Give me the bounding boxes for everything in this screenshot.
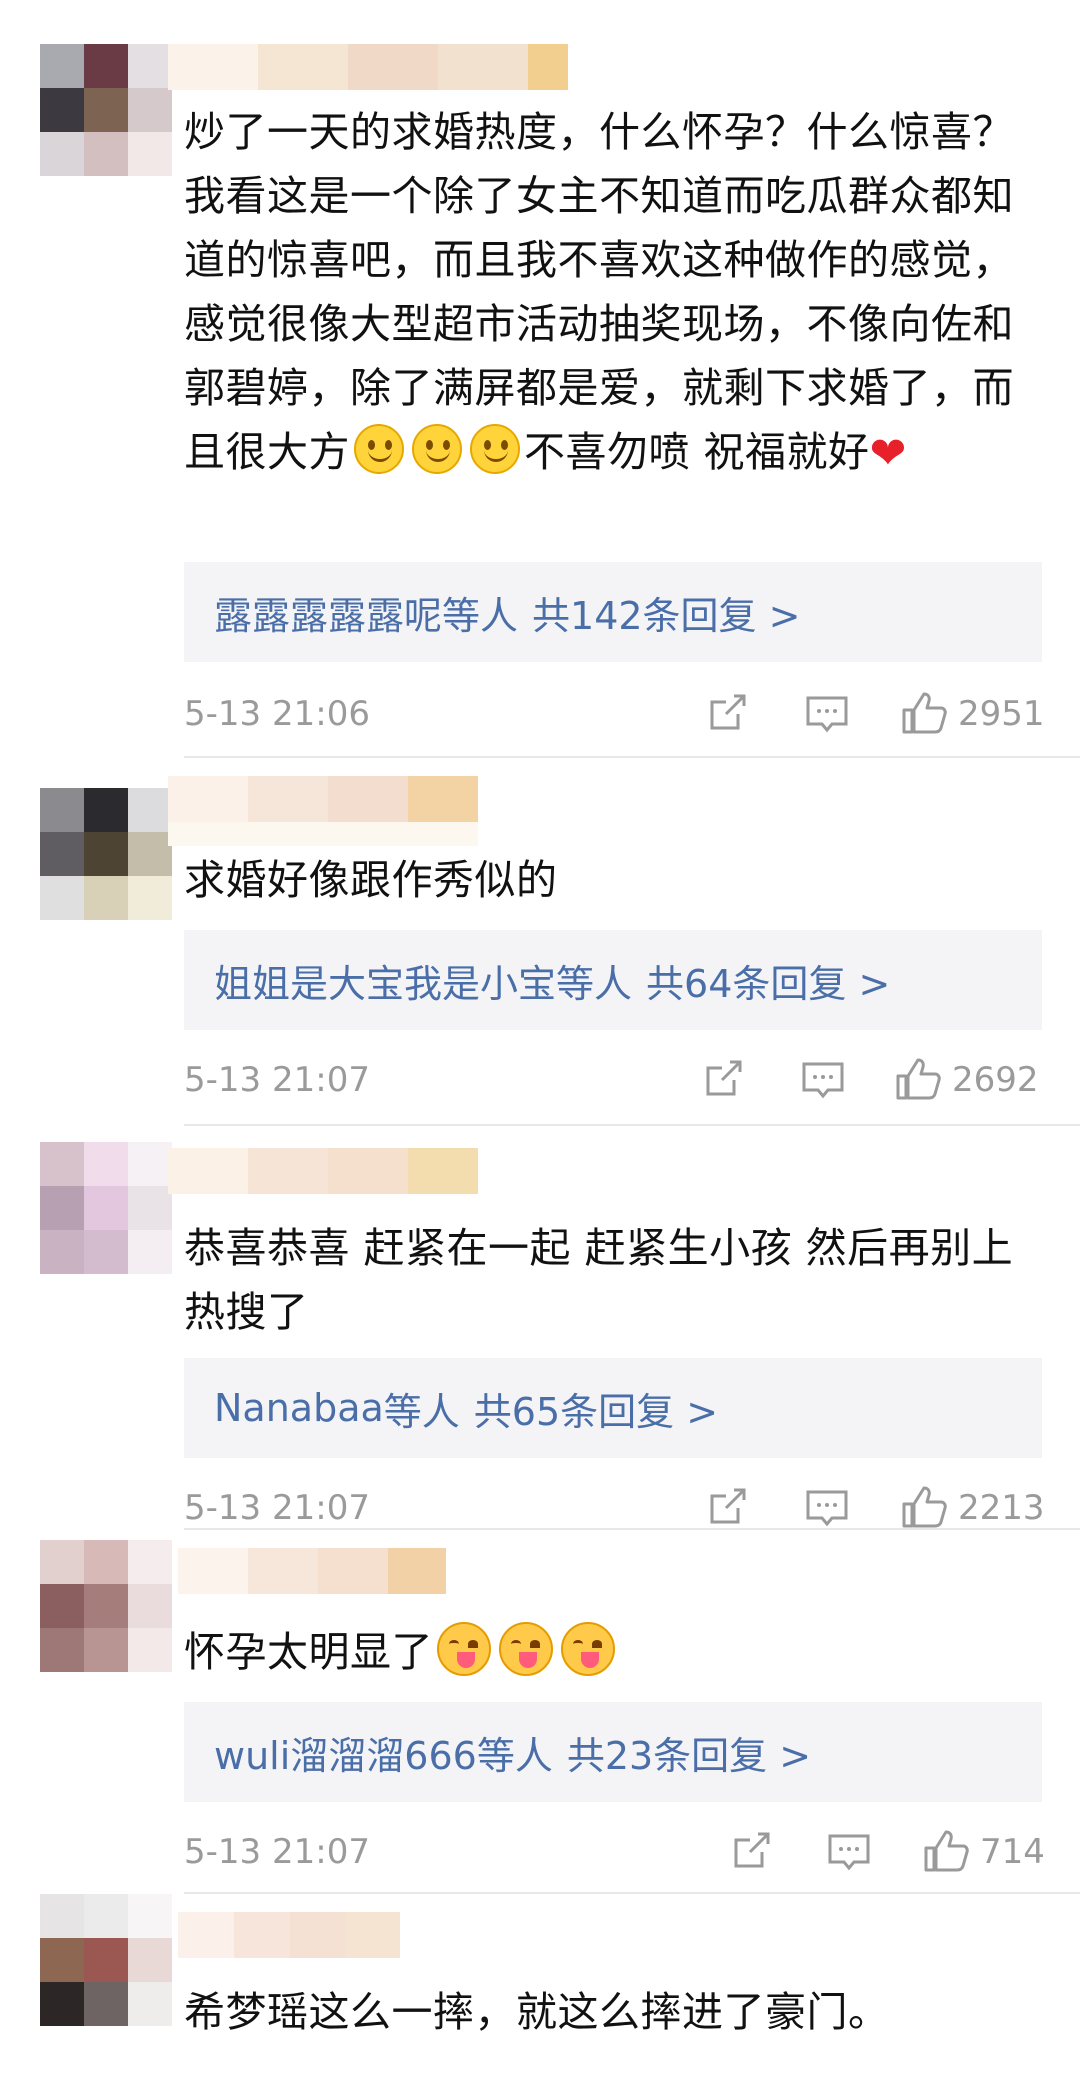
divider <box>184 1528 1080 1530</box>
share-icon[interactable] <box>728 1828 774 1874</box>
share-icon[interactable] <box>700 1056 746 1102</box>
like-count: 2951 <box>958 694 1045 734</box>
comment-text-tail: 不喜勿喷 祝福就好 <box>524 428 870 476</box>
reply-suffix: 等人 <box>383 1389 460 1434</box>
share-icon[interactable] <box>704 690 750 736</box>
reply-names[interactable]: wuli溜溜溜666 <box>214 1725 477 1780</box>
heart-emoji: ❤ <box>869 428 907 479</box>
reply-summary[interactable]: Nanabaa 等人 共65条回复 > <box>184 1358 1042 1458</box>
comment-meta: 5-13 21:07 714 <box>184 1824 1045 1884</box>
comment-text-main: 怀孕太明显了 <box>184 1628 433 1676</box>
avatar[interactable] <box>40 44 172 176</box>
smile-emoji <box>354 424 404 474</box>
yum-emoji <box>561 1622 615 1676</box>
smile-emoji <box>470 424 520 474</box>
reply-summary[interactable]: 露露露露露呢 等人 共142条回复 > <box>184 562 1042 662</box>
thumbs-up-icon[interactable] <box>894 1056 942 1102</box>
username[interactable] <box>168 776 478 846</box>
reply-names[interactable]: 姐姐是大宝我是小宝 <box>214 953 556 1008</box>
username[interactable] <box>178 1548 446 1594</box>
reply-suffix: 等人 <box>442 593 519 638</box>
reply-summary[interactable]: wuli溜溜溜666 等人 共23条回复 > <box>184 1702 1042 1802</box>
avatar[interactable] <box>40 1894 172 2026</box>
comment-text-main: 炒了一天的求婚热度，什么怀孕？什么惊喜？我看这是一个除了女主不知道而吃瓜群众都知… <box>184 108 1014 476</box>
comment-icon[interactable] <box>826 1828 872 1874</box>
thumbs-up-icon[interactable] <box>900 690 948 736</box>
like-count: 714 <box>980 1832 1045 1872</box>
smile-emoji <box>412 424 462 474</box>
share-icon[interactable] <box>704 1484 750 1530</box>
yum-emoji <box>499 1622 553 1676</box>
username[interactable] <box>168 44 568 90</box>
yum-emoji <box>437 1622 491 1676</box>
reply-suffix: 等人 <box>476 1733 553 1778</box>
reply-count-link[interactable]: 共142条回复 > <box>532 585 800 640</box>
username[interactable] <box>168 1148 478 1194</box>
reply-count-link[interactable]: 共65条回复 > <box>474 1381 718 1436</box>
comment-icon[interactable] <box>804 690 850 736</box>
comment-text: 求婚好像跟作秀似的 <box>184 856 558 904</box>
comment-icon[interactable] <box>804 1484 850 1530</box>
reply-suffix: 等人 <box>556 961 633 1006</box>
avatar[interactable] <box>40 788 172 920</box>
reply-summary[interactable]: 姐姐是大宝我是小宝 等人 共64条回复 > <box>184 930 1042 1030</box>
like-count: 2213 <box>958 1488 1045 1528</box>
comment-text: 怀孕太明显了 <box>184 1620 1044 1684</box>
reply-names[interactable]: Nanabaa <box>214 1386 384 1430</box>
divider <box>184 1892 1080 1894</box>
comment-meta: 5-13 21:07 2692 <box>184 1052 1042 1112</box>
comment-meta: 5-13 21:06 2951 <box>184 686 1045 746</box>
comment-text: 炒了一天的求婚热度，什么怀孕？什么惊喜？我看这是一个除了女主不知道而吃瓜群众都知… <box>184 100 1044 486</box>
comment-text: 希梦瑶这么一摔，就这么摔进了豪门。 <box>184 1988 890 2036</box>
comment-meta: 5-13 21:07 2213 <box>184 1480 1045 1540</box>
timestamp: 5-13 21:07 <box>184 1832 370 1872</box>
timestamp: 5-13 21:07 <box>184 1060 370 1100</box>
comment-icon[interactable] <box>800 1056 846 1102</box>
like-count: 2692 <box>952 1060 1039 1100</box>
timestamp: 5-13 21:07 <box>184 1488 370 1528</box>
divider <box>184 1124 1080 1126</box>
username[interactable] <box>178 1912 400 1958</box>
reply-count-link[interactable]: 共64条回复 > <box>646 953 890 1008</box>
divider <box>184 756 1080 758</box>
avatar[interactable] <box>40 1142 172 1274</box>
comment-text: 恭喜恭喜 赶紧在一起 赶紧生小孩 然后再别上热搜了 <box>184 1224 1014 1336</box>
thumbs-up-icon[interactable] <box>900 1484 948 1530</box>
timestamp: 5-13 21:06 <box>184 694 370 734</box>
reply-count-link[interactable]: 共23条回复 > <box>567 1725 811 1780</box>
reply-names[interactable]: 露露露露露呢 <box>214 585 442 640</box>
thumbs-up-icon[interactable] <box>922 1828 970 1874</box>
avatar[interactable] <box>40 1540 172 1672</box>
